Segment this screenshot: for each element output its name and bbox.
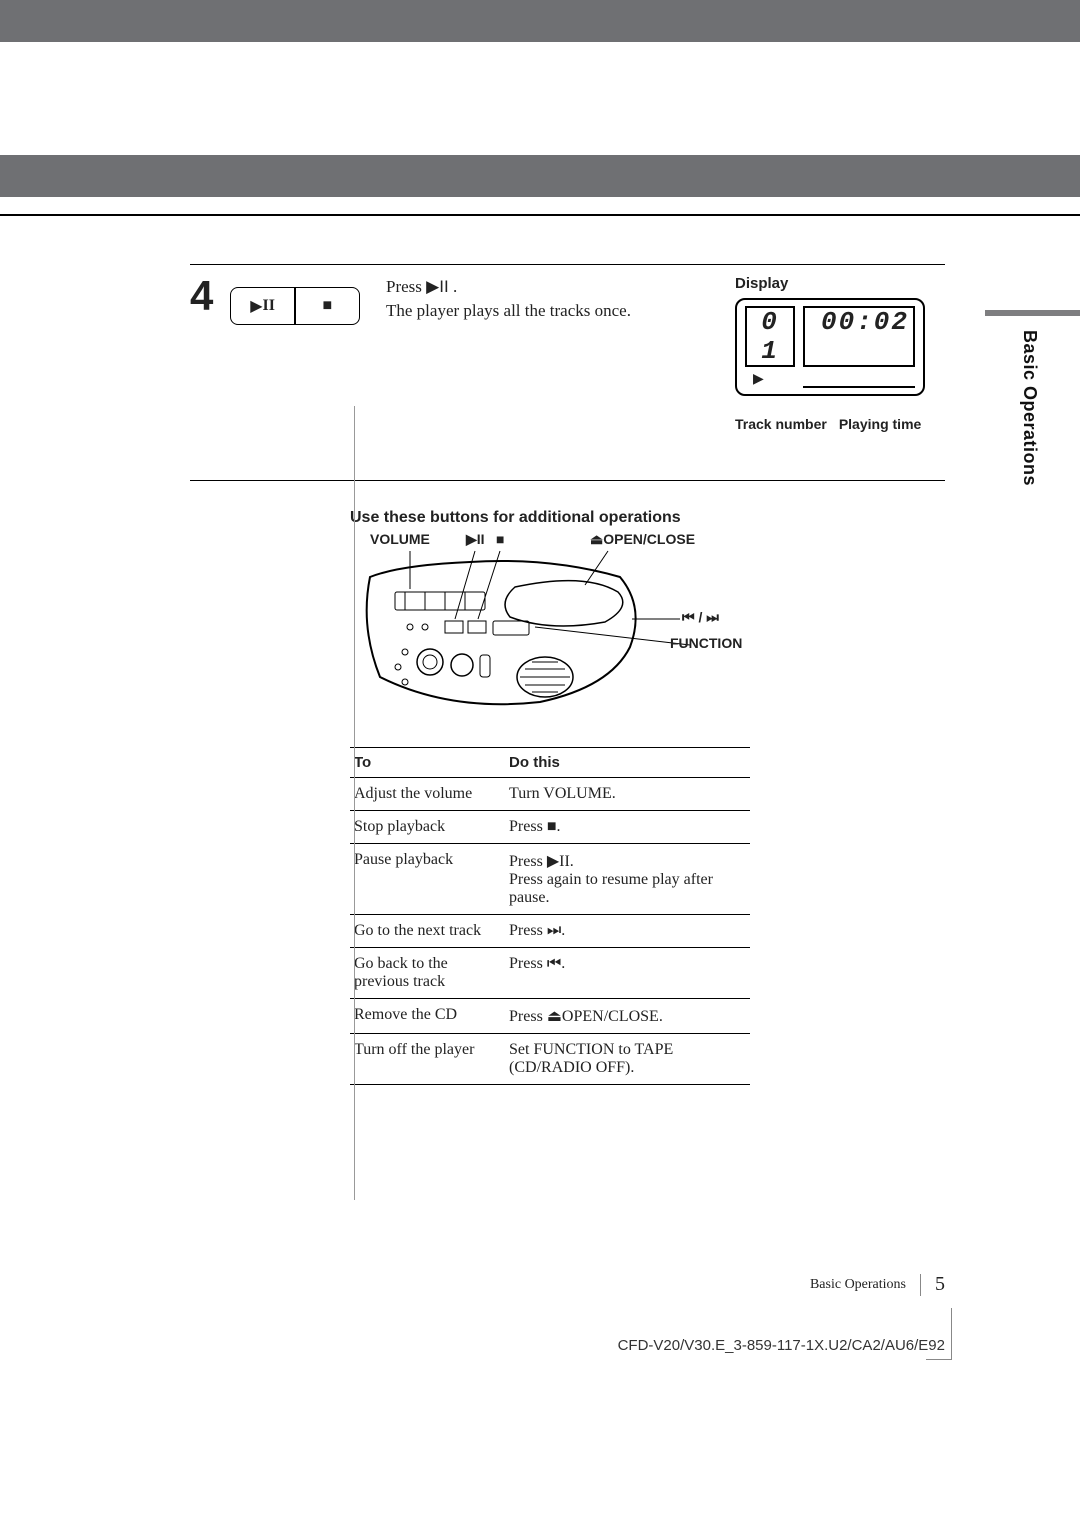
label-volume: VOLUME [370,531,430,547]
play-pause-icon: ▶II [231,288,294,324]
label-openclose: ⏏OPEN/CLOSE [590,531,695,548]
table-row: Go back to the previous trackPress ⏮. [350,948,750,999]
cell-do: Press ⏮. [505,948,750,999]
lcd-caption: Track number Playing time [735,416,945,432]
footer-divider [920,1274,921,1296]
stop-icon: ■ [296,288,359,324]
instr-prefix: Press [386,277,426,296]
cell-do: Press ▶II. Press again to resume play af… [505,844,750,915]
device-illustration: VOLUME ▶II ■ ⏏OPEN/CLOSE ⏮ / ⏭ FUNCTION [350,537,750,727]
label-stop: ■ [496,531,504,547]
footer-corner-h [926,1359,952,1360]
header-rule [0,214,1080,216]
lcd-track-number: 0 1 [745,306,795,367]
caption-time: Playing time [839,416,921,432]
table-row: Stop playbackPress ■. [350,811,750,844]
instr-suffix: . [449,277,458,296]
display-label: Display [735,275,945,292]
remote-buttons: ▶II ■ [230,287,360,325]
label-playpause: ▶II [466,531,485,548]
footer: Basic Operations 5 [810,1273,945,1296]
caption-track: Track number [735,416,827,432]
table-row: Pause playbackPress ▶II. Press again to … [350,844,750,915]
th-to: To [350,748,505,778]
step-instruction: Press ▶II . The player plays all the tra… [360,275,715,432]
boombox-svg [350,537,750,727]
cell-do: Press ⏏OPEN/CLOSE. [505,999,750,1034]
cell-do: Press ■. [505,811,750,844]
cell-do: Press ⏭. [505,915,750,948]
label-skip: ⏮ / ⏭ [682,609,719,626]
cell-do: Turn VOLUME. [505,778,750,811]
label-function: FUNCTION [670,635,742,651]
additional-ops-section: Use these buttons for additional operati… [350,509,750,1085]
operations-table: To Do this Adjust the volumeTurn VOLUME.… [350,747,750,1085]
lcd-playing-time: 00:02 [803,306,915,367]
step-row: 4 ▶II ■ Press ▶II . The player plays all… [190,264,945,481]
header-bar-upper [0,0,1080,42]
document-id: CFD-V20/V30.E_3-859-117-1X.U2/CA2/AU6/E9… [618,1337,945,1354]
table-row: Turn off the playerSet FUNCTION to TAPE … [350,1034,750,1085]
lcd-underline [803,386,915,388]
display-column: Display 0 1 00:02 ▶ Track number Playing… [735,275,945,432]
subheading: Use these buttons for additional operati… [350,509,750,527]
table-row: Adjust the volumeTurn VOLUME. [350,778,750,811]
side-tab-label: Basic Operations [1019,330,1040,486]
footer-section: Basic Operations [810,1277,906,1293]
cell-to: Pause playback [350,844,505,915]
cell-to: Turn off the player [350,1034,505,1085]
cell-to: Stop playback [350,811,505,844]
th-do: Do this [505,748,750,778]
vertical-rule [354,406,355,1200]
eject-icon: ⏏ [590,531,603,547]
lcd-display: 0 1 00:02 ▶ [735,298,925,396]
footer-corner-v [951,1308,952,1360]
instr-line2: The player plays all the tracks once. [386,301,631,320]
cell-to: Go back to the previous track [350,948,505,999]
cell-to: Remove the CD [350,999,505,1034]
page-number: 5 [935,1273,945,1296]
play-pause-icon: ▶II [426,277,449,296]
stop-icon: ■ [496,531,504,547]
table-row: Remove the CDPress ⏏OPEN/CLOSE. [350,999,750,1034]
openclose-text: OPEN/CLOSE [603,531,695,547]
main-content: 4 ▶II ■ Press ▶II . The player plays all… [190,264,945,1085]
side-tab-mark [985,310,1080,316]
cell-do: Set FUNCTION to TAPE (CD/RADIO OFF). [505,1034,750,1085]
step-number: 4 [190,275,230,432]
header-bar-lower [0,155,1080,197]
play-pause-icon: ▶II [466,531,485,547]
table-row: Go to the next trackPress ⏭. [350,915,750,948]
cell-to: Go to the next track [350,915,505,948]
cell-to: Adjust the volume [350,778,505,811]
